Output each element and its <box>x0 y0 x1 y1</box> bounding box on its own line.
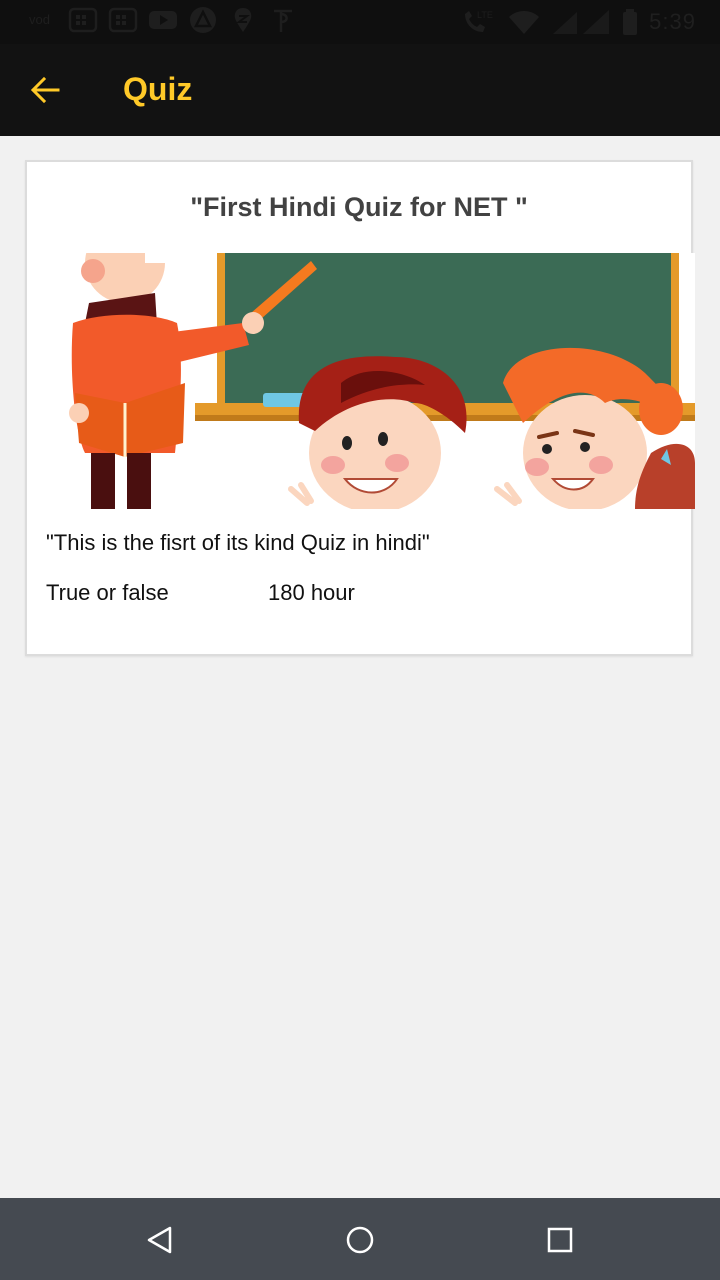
nav-recents-icon <box>547 1227 573 1253</box>
wifi-icon <box>509 11 540 34</box>
sim-card-icon: vod <box>29 12 50 27</box>
nav-home-icon <box>346 1226 374 1254</box>
system-status-icons: LTE 5:39 <box>461 8 696 36</box>
calendar-icon <box>68 7 98 33</box>
youtube-icon <box>149 11 177 29</box>
status-bar: vod LTE 5:39 <box>0 0 720 44</box>
system-nav-bar <box>0 1198 720 1280</box>
nav-back-button[interactable] <box>138 1218 182 1262</box>
nav-home-button[interactable] <box>338 1218 382 1262</box>
arrow-up-app-icon <box>190 7 216 33</box>
nav-back-icon <box>147 1226 172 1254</box>
notification-icons: vod <box>28 6 298 34</box>
battery-icon <box>623 9 638 35</box>
teacher-students-classroom-illustration <box>69 253 695 509</box>
lte-label: LTE <box>477 10 493 20</box>
swiggy-icon <box>234 8 252 32</box>
app-bar: Quiz <box>0 44 720 136</box>
quiz-illustration <box>45 253 695 509</box>
quiz-title: "First Hindi Quiz for NET " <box>190 192 528 222</box>
svg-text:vod: vod <box>29 12 50 27</box>
arrow-back-icon <box>30 76 60 104</box>
page-title: Quiz <box>123 71 193 107</box>
calendar-icon <box>108 7 138 33</box>
quiz-description: "This is the fisrt of its kind Quiz in h… <box>46 530 430 555</box>
quiz-card[interactable]: "First Hindi Quiz for NET " "This is the… <box>25 160 695 656</box>
quiz-type: True or false <box>46 580 169 605</box>
quiz-duration: 180 hour <box>268 580 355 605</box>
phonepe-icon <box>274 9 292 32</box>
call-lte-icon: LTE <box>465 10 493 32</box>
signal-icon <box>553 10 610 34</box>
status-clock: 5:39 <box>649 9 696 34</box>
back-button[interactable] <box>22 66 70 114</box>
nav-recents-button[interactable] <box>538 1218 582 1262</box>
